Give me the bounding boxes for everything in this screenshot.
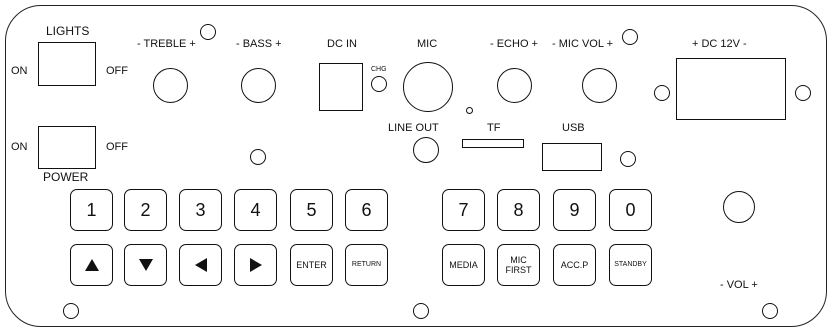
screw-hole [762,303,778,319]
screw-hole [795,85,811,101]
right-button[interactable] [234,244,277,286]
line-out-jack[interactable] [413,137,439,163]
power-label: POWER [43,170,89,184]
key-8[interactable]: 8 [497,189,540,231]
bass-knob[interactable] [241,68,276,103]
treble-knob[interactable] [153,68,188,103]
mic-first-button[interactable]: MIC FIRST [497,244,540,286]
line-out-label: LINE OUT [388,122,439,134]
power-switch[interactable] [38,126,96,169]
screw-hole [622,29,638,45]
usb-label: USB [562,122,585,134]
dc12v-port[interactable] [676,58,786,120]
right-arrow-icon [249,258,262,272]
media-button[interactable]: MEDIA [442,244,485,286]
lights-on-label: ON [11,65,28,77]
enter-button[interactable]: ENTER [290,244,333,286]
mic-vol-knob[interactable] [582,68,617,103]
dc12v-label: + DC 12V - [692,38,747,50]
chg-label: CHG [371,66,387,73]
volume-knob[interactable] [723,191,755,223]
screw-hole [654,85,670,101]
mic-first-label-line1: MIC [510,255,527,265]
screw-hole [620,151,636,167]
screw-hole [413,303,429,319]
dc-in-label: DC IN [327,38,357,50]
treble-label: - TREBLE + [137,38,196,50]
dc-in-port[interactable] [319,63,363,111]
standby-button[interactable]: STANDBY [609,244,652,286]
return-button[interactable]: RETURN [345,244,388,286]
tf-card-slot[interactable] [462,139,524,148]
bass-label: - BASS + [236,38,282,50]
usb-port[interactable] [542,143,602,171]
key-5[interactable]: 5 [290,189,333,231]
screw-hole [200,24,216,40]
lights-off-label: OFF [106,65,128,77]
lights-label: LIGHTS [46,24,90,38]
key-2[interactable]: 2 [124,189,167,231]
left-button[interactable] [179,244,222,286]
screw-hole [250,149,266,165]
key-1[interactable]: 1 [70,189,113,231]
left-arrow-icon [194,258,207,272]
key-3[interactable]: 3 [179,189,222,231]
lights-switch[interactable] [38,42,96,86]
mic-input-jack[interactable] [403,62,453,112]
key-6[interactable]: 6 [345,189,388,231]
echo-knob[interactable] [497,68,532,103]
mic-label: MIC [417,38,438,50]
up-button[interactable] [70,244,113,286]
tf-label: TF [487,122,501,134]
key-0[interactable]: 0 [609,189,652,231]
key-7[interactable]: 7 [442,189,485,231]
down-button[interactable] [124,244,167,286]
mic-vol-label: - MIC VOL + [552,38,614,50]
charge-indicator-led [371,76,387,92]
key-9[interactable]: 9 [553,189,596,231]
indicator-dot [466,107,473,114]
vol-label: - VOL + [720,279,758,291]
up-arrow-icon [84,259,99,271]
acc-p-button[interactable]: ACC.P [553,244,596,286]
echo-label: - ECHO + [490,38,538,50]
mic-first-label-line2: FIRST [505,265,532,275]
down-arrow-icon [138,259,153,271]
key-4[interactable]: 4 [234,189,277,231]
power-off-label: OFF [106,141,128,153]
power-on-label: ON [11,141,28,153]
screw-hole [63,303,79,319]
